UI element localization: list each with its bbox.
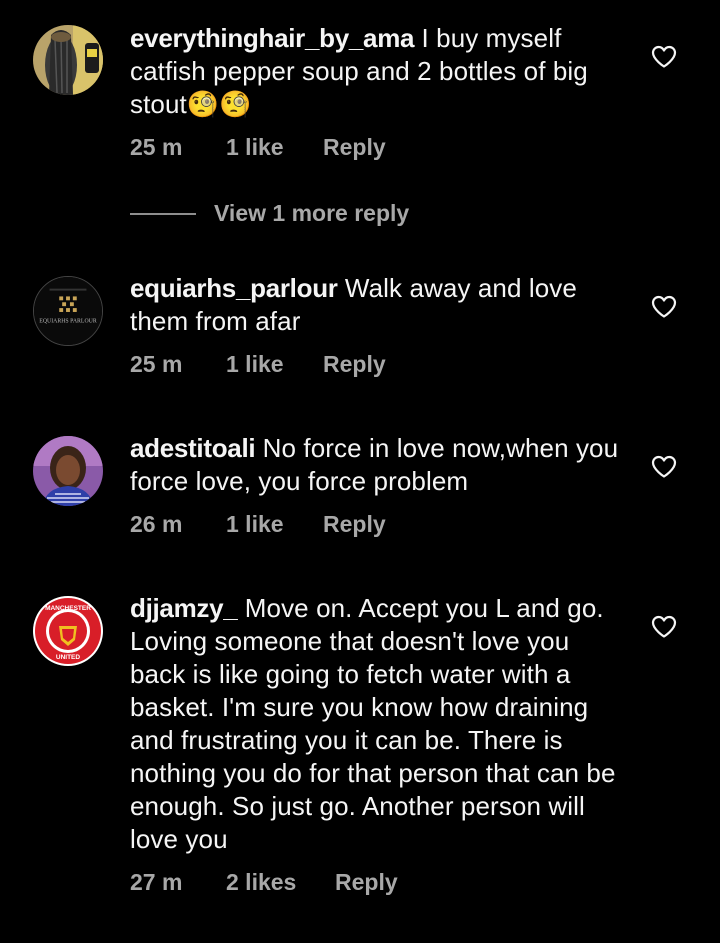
comment-time: 26 m <box>130 511 183 537</box>
comment-username[interactable]: equiarhs_parlour <box>130 273 338 303</box>
crest-text-bottom: UNITED <box>56 654 81 661</box>
reply-button[interactable]: Reply <box>323 134 386 161</box>
heart-icon[interactable] <box>651 295 677 319</box>
avatar[interactable] <box>33 25 103 95</box>
comment-time: 27 m <box>130 869 183 895</box>
comment-text: Move on. Accept you L and go. Loving som… <box>130 593 616 854</box>
crest-text-top: MANCHESTER <box>45 605 91 612</box>
manchester-united-crest-avatar-icon: MANCHESTER UNITED <box>33 596 103 666</box>
comment-body: adestitoali No force in love now,when yo… <box>130 432 630 498</box>
avatar-logo-text: EQUIARHS PARLOUR <box>39 319 97 325</box>
view-more-replies-label: View 1 more reply <box>214 200 410 226</box>
reply-button[interactable]: Reply <box>323 511 386 538</box>
comment-body: equiarhs_parlour Walk away and love them… <box>130 272 630 338</box>
comment-likes[interactable]: 2 likes <box>226 869 296 896</box>
heart-icon[interactable] <box>651 455 677 479</box>
parlour-logo-avatar-icon: EQUIARHS PARLOUR <box>34 277 102 345</box>
reply-button[interactable]: Reply <box>335 869 398 896</box>
comment-time: 25 m <box>130 351 183 377</box>
comment-body: everythinghair_by_ama I buy myself catfi… <box>130 22 630 121</box>
view-more-replies-button[interactable]: View 1 more reply <box>130 200 530 232</box>
person-avatar-icon <box>33 436 103 506</box>
reply-button[interactable]: Reply <box>323 351 386 378</box>
hair-product-avatar-icon <box>33 25 103 95</box>
avatar[interactable]: EQUIARHS PARLOUR <box>33 276 103 346</box>
heart-icon[interactable] <box>651 45 677 69</box>
avatar[interactable] <box>33 436 103 506</box>
heart-icon[interactable] <box>651 615 677 639</box>
avatar[interactable]: MANCHESTER UNITED <box>33 596 103 666</box>
comment-username[interactable]: djjamzy_ <box>130 593 238 623</box>
comment-likes[interactable]: 1 like <box>226 134 284 161</box>
comment-username[interactable]: adestitoali <box>130 433 256 463</box>
comment-likes[interactable]: 1 like <box>226 511 284 538</box>
comment-username[interactable]: everythinghair_by_ama <box>130 23 414 53</box>
comment-body: djjamzy_ Move on. Accept you L and go. L… <box>130 592 630 856</box>
comment-time: 25 m <box>130 134 183 160</box>
divider <box>130 213 196 215</box>
comment-likes[interactable]: 1 like <box>226 351 284 378</box>
